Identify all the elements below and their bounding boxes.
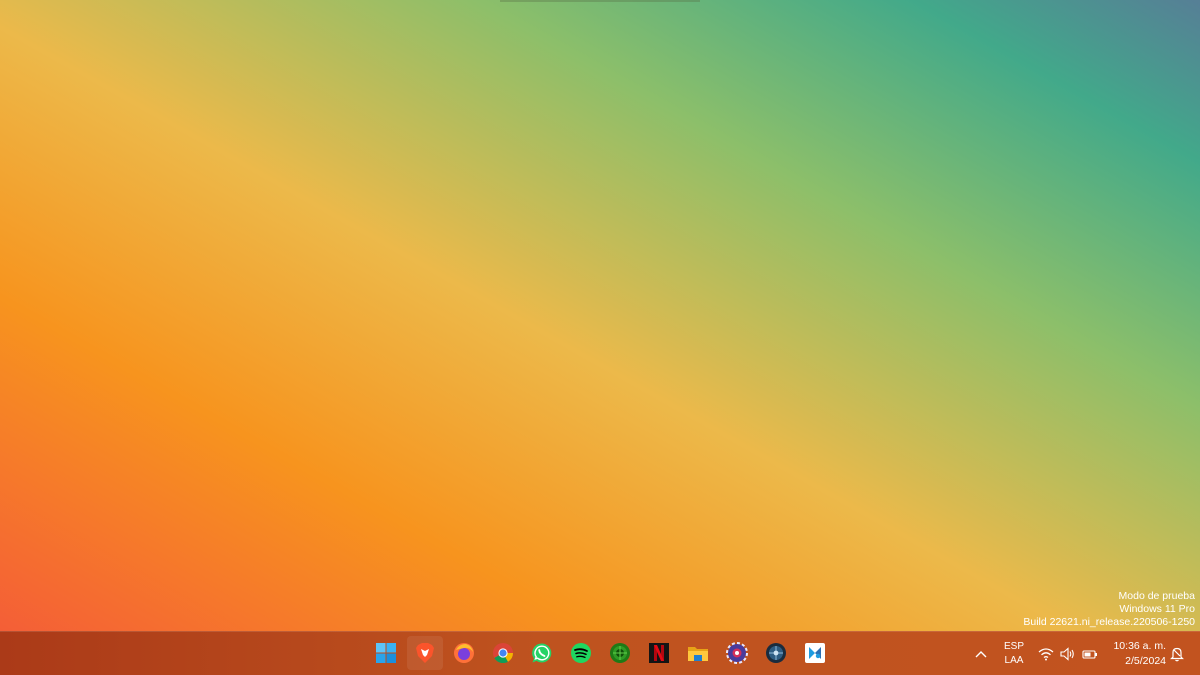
whatsapp-button[interactable] [524, 636, 560, 670]
clock-button[interactable]: 10:36 a. m. 2/5/2024 [1104, 632, 1166, 675]
dark-globe-app-icon [766, 643, 786, 663]
notification-bell-icon [1170, 647, 1184, 661]
netflix-button[interactable] [641, 636, 677, 670]
whatsapp-icon [532, 643, 552, 663]
chrome-icon [493, 643, 514, 664]
quick-settings-button[interactable] [1038, 632, 1098, 675]
watermark-line-2: Windows 11 Pro [1119, 603, 1195, 615]
battery-icon [1082, 649, 1097, 659]
spotify-icon [571, 643, 591, 663]
input-language-indicator[interactable]: ESP LAA [1000, 632, 1028, 675]
clock-time: 10:36 a. m. [1113, 639, 1166, 652]
clock-date: 2/5/2024 [1125, 654, 1166, 667]
firefox-button[interactable] [446, 636, 482, 670]
keyboard-layout: LAA [1004, 654, 1024, 666]
language-code: ESP [1003, 640, 1024, 652]
windows-start-icon [376, 643, 396, 663]
watermark-line-1: Modo de prueba [1118, 590, 1195, 602]
brave-button[interactable] [407, 636, 443, 670]
spotify-button[interactable] [563, 636, 599, 670]
firefox-icon [454, 643, 474, 663]
wifi-icon [1038, 647, 1054, 660]
brave-browser-icon [416, 643, 434, 663]
blue-app-icon [805, 643, 825, 663]
file-explorer-icon [688, 647, 708, 661]
show-hidden-icons-button[interactable] [970, 632, 992, 675]
gear-app-button[interactable] [719, 636, 755, 670]
netflix-icon [649, 643, 669, 663]
start-button[interactable] [368, 636, 404, 670]
test-mode-watermark: Modo de prueba Windows 11 Pro Build 2262… [1023, 590, 1195, 629]
volume-icon [1060, 646, 1074, 661]
notifications-button[interactable] [1166, 632, 1188, 675]
taskbar: ESP LAA 10:36 a. m. 2/5/2024 [0, 631, 1200, 675]
watermark-line-3: Build 22621.ni_release.220506-1250 [1023, 616, 1195, 628]
file-explorer-button[interactable] [680, 636, 716, 670]
chevron-up-icon [975, 650, 987, 657]
taskbar-apps [368, 636, 833, 670]
green-app-button[interactable] [602, 636, 638, 670]
chrome-button[interactable] [485, 636, 521, 670]
settings-gear-app-icon [726, 642, 748, 664]
blue-app-button[interactable] [797, 636, 833, 670]
top-edge-indicator [500, 0, 700, 2]
globe-app-button[interactable] [758, 636, 794, 670]
green-app-icon [610, 643, 630, 663]
